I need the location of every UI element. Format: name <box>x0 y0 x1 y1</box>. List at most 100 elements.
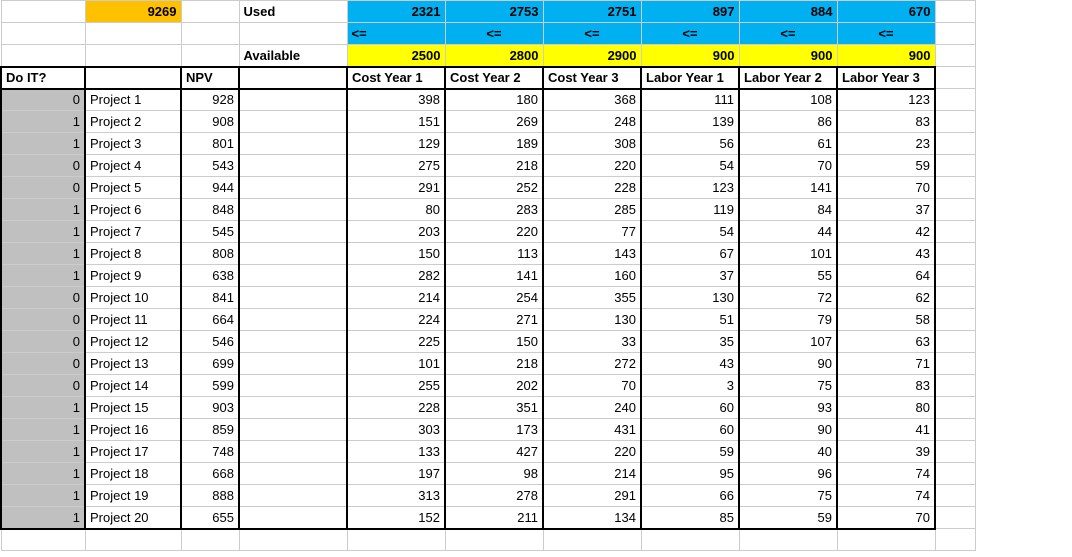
npv-value[interactable]: 801 <box>181 133 239 155</box>
col-header-2[interactable]: Cost Year 3 <box>543 67 641 89</box>
do-it-value[interactable]: 1 <box>1 133 85 155</box>
cell[interactable] <box>935 23 975 45</box>
project-name[interactable]: Project 16 <box>85 419 181 441</box>
cell[interactable] <box>1 23 85 45</box>
project-name[interactable]: Project 7 <box>85 221 181 243</box>
cell[interactable] <box>239 463 347 485</box>
spreadsheet-table[interactable]: 9269 Used 2321 2753 2751 897 884 670 <= … <box>0 0 976 551</box>
data-value[interactable]: 70 <box>543 375 641 397</box>
data-value[interactable]: 80 <box>837 397 935 419</box>
cell[interactable] <box>837 529 935 551</box>
used-label[interactable]: Used <box>239 1 347 23</box>
cell[interactable] <box>935 1 975 23</box>
data-value[interactable]: 72 <box>739 287 837 309</box>
cell[interactable] <box>641 529 739 551</box>
cell[interactable] <box>181 23 239 45</box>
cell[interactable] <box>239 89 347 111</box>
avail-0[interactable]: 2500 <box>347 45 445 67</box>
col-header-4[interactable]: Labor Year 2 <box>739 67 837 89</box>
used-val-3[interactable]: 897 <box>641 1 739 23</box>
npv-header[interactable]: NPV <box>181 67 239 89</box>
lte-0[interactable]: <= <box>347 23 445 45</box>
data-value[interactable]: 37 <box>641 265 739 287</box>
cell[interactable] <box>239 155 347 177</box>
used-val-4[interactable]: 884 <box>739 1 837 23</box>
data-value[interactable]: 130 <box>543 309 641 331</box>
avail-4[interactable]: 900 <box>739 45 837 67</box>
data-value[interactable]: 123 <box>837 89 935 111</box>
npv-value[interactable]: 543 <box>181 155 239 177</box>
data-value[interactable]: 134 <box>543 507 641 529</box>
cell[interactable] <box>935 199 975 221</box>
avail-5[interactable]: 900 <box>837 45 935 67</box>
npv-value[interactable]: 841 <box>181 287 239 309</box>
data-value[interactable]: 220 <box>445 221 543 243</box>
data-value[interactable]: 60 <box>641 397 739 419</box>
col-header-3[interactable]: Labor Year 1 <box>641 67 739 89</box>
cell[interactable] <box>85 529 181 551</box>
do-it-value[interactable]: 1 <box>1 507 85 529</box>
data-value[interactable]: 141 <box>739 177 837 199</box>
project-name[interactable]: Project 9 <box>85 265 181 287</box>
data-value[interactable]: 85 <box>641 507 739 529</box>
data-value[interactable]: 108 <box>739 89 837 111</box>
col-header-0[interactable]: Cost Year 1 <box>347 67 445 89</box>
data-value[interactable]: 152 <box>347 507 445 529</box>
avail-3[interactable]: 900 <box>641 45 739 67</box>
data-value[interactable]: 398 <box>347 89 445 111</box>
cell[interactable] <box>239 177 347 199</box>
data-value[interactable]: 23 <box>837 133 935 155</box>
cell[interactable] <box>181 45 239 67</box>
npv-value[interactable]: 888 <box>181 485 239 507</box>
do-it-value[interactable]: 0 <box>1 177 85 199</box>
data-value[interactable]: 203 <box>347 221 445 243</box>
data-value[interactable]: 254 <box>445 287 543 309</box>
project-name[interactable]: Project 20 <box>85 507 181 529</box>
do-it-value[interactable]: 1 <box>1 441 85 463</box>
project-name[interactable]: Project 10 <box>85 287 181 309</box>
data-value[interactable]: 173 <box>445 419 543 441</box>
do-it-value[interactable]: 1 <box>1 199 85 221</box>
data-value[interactable]: 74 <box>837 485 935 507</box>
cell[interactable] <box>935 331 975 353</box>
avail-1[interactable]: 2800 <box>445 45 543 67</box>
project-name[interactable]: Project 8 <box>85 243 181 265</box>
do-it-value[interactable]: 1 <box>1 243 85 265</box>
cell[interactable] <box>445 529 543 551</box>
cell[interactable] <box>239 243 347 265</box>
data-value[interactable]: 101 <box>347 353 445 375</box>
cell[interactable] <box>935 419 975 441</box>
data-value[interactable]: 248 <box>543 111 641 133</box>
data-value[interactable]: 62 <box>837 287 935 309</box>
data-value[interactable]: 189 <box>445 133 543 155</box>
data-value[interactable]: 67 <box>641 243 739 265</box>
data-value[interactable]: 275 <box>347 155 445 177</box>
cell[interactable] <box>935 89 975 111</box>
cell[interactable] <box>935 243 975 265</box>
cell[interactable] <box>239 441 347 463</box>
npv-value[interactable]: 848 <box>181 199 239 221</box>
cell[interactable] <box>935 133 975 155</box>
project-name[interactable]: Project 2 <box>85 111 181 133</box>
npv-value[interactable]: 599 <box>181 375 239 397</box>
cell[interactable] <box>239 419 347 441</box>
data-value[interactable]: 51 <box>641 309 739 331</box>
cell[interactable] <box>935 463 975 485</box>
project-name[interactable]: Project 12 <box>85 331 181 353</box>
cell[interactable] <box>239 23 347 45</box>
npv-value[interactable]: 545 <box>181 221 239 243</box>
do-it-value[interactable]: 0 <box>1 309 85 331</box>
cell[interactable] <box>239 265 347 287</box>
data-value[interactable]: 84 <box>739 199 837 221</box>
data-value[interactable]: 107 <box>739 331 837 353</box>
cell[interactable] <box>239 353 347 375</box>
data-value[interactable]: 54 <box>641 155 739 177</box>
do-it-header[interactable]: Do IT? <box>1 67 85 89</box>
cell[interactable] <box>935 221 975 243</box>
npv-value[interactable]: 638 <box>181 265 239 287</box>
data-value[interactable]: 101 <box>739 243 837 265</box>
data-value[interactable]: 54 <box>641 221 739 243</box>
npv-value[interactable]: 928 <box>181 89 239 111</box>
data-value[interactable]: 3 <box>641 375 739 397</box>
total-npv[interactable]: 9269 <box>85 1 181 23</box>
